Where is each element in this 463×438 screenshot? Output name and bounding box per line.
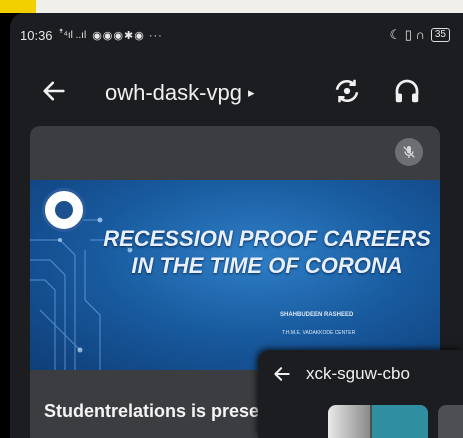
battery-icon: 35 (430, 28, 450, 42)
status-right-icons: ☾ ▯ ∩ (389, 27, 425, 42)
pip-meeting-code: xck-sguw-cbo (306, 364, 410, 383)
yellow-tab (0, 0, 36, 13)
meeting-title[interactable]: owh-dask-vpg ▸ (105, 80, 254, 106)
pip-video-right (372, 405, 428, 438)
signal-indicators: ꜛ⁴ıl ..ıl (58, 29, 87, 41)
pip-video-tile[interactable] (328, 405, 428, 438)
pip-back-arrow-icon[interactable] (272, 364, 292, 384)
mic-off-icon (403, 146, 415, 158)
mic-off-button[interactable] (395, 138, 423, 166)
chevron-right-icon: ▸ (247, 85, 255, 100)
pip-video-tile-2[interactable] (438, 405, 463, 438)
status-time: 10:36 (20, 27, 53, 43)
meeting-header: owh-dask-vpg ▸ (10, 71, 463, 111)
status-bar: 10:36 ꜛ⁴ıl ..ıl ◉◉◉✱◉ ··· ☾ ▯ ∩ 35 (20, 25, 450, 45)
shared-slide: RECESSION PROOF CAREERS IN THE TIME OF C… (30, 180, 440, 370)
slide-title-line2: IN THE TIME OF CORONA (131, 253, 403, 278)
back-arrow-icon[interactable] (40, 77, 68, 105)
pip-window[interactable]: xck-sguw-cbo (258, 350, 463, 438)
presenter-name: SHAHBUDEEN RASHEED (280, 312, 354, 318)
slide-title-line1: RECESSION PROOF CAREERS (103, 226, 431, 251)
pip-video-left (328, 405, 370, 438)
meeting-code: owh-dask-vpg (105, 80, 242, 105)
browser-strip (0, 0, 463, 13)
headphones-icon[interactable] (392, 76, 422, 106)
institute-logo (42, 188, 86, 232)
presenting-caption: Studentrelations is prese (44, 401, 260, 421)
notification-app-icons: ◉◉◉✱◉ ··· (92, 29, 163, 42)
presenter-center: T.H.M.E. VADAKKODE CENTER (282, 330, 356, 336)
slide-title: RECESSION PROOF CAREERS IN THE TIME OF C… (102, 225, 432, 279)
switch-camera-icon[interactable] (332, 76, 362, 106)
